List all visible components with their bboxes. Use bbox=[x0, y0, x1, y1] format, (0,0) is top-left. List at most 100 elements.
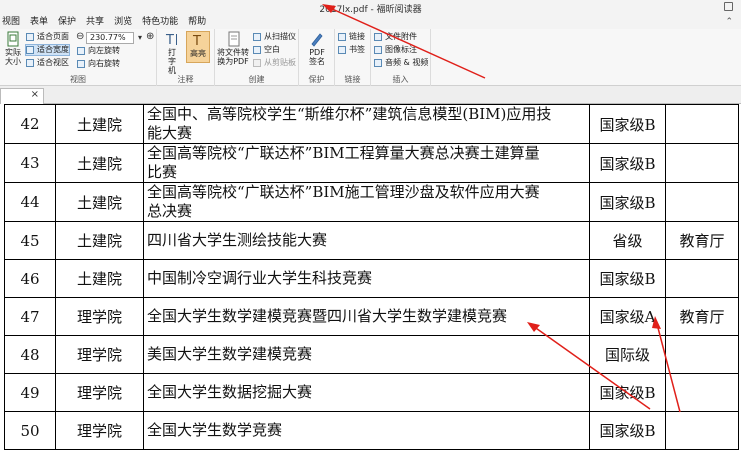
rotate-left-label: 向左旋转 bbox=[88, 46, 120, 55]
table-row: 44 土建院 全国高等院校“广联达杯”BIM施工管理沙盘及软件应用大赛 总决赛 国家级B bbox=[4, 182, 739, 222]
competition-name-cell: 全国大学生数据挖掘大赛 bbox=[143, 373, 590, 412]
level-cell: 国家级B bbox=[589, 182, 666, 222]
convert-label: 将文件转换为PDF bbox=[217, 48, 249, 66]
window-title: 2017lx.pdf - 福昕阅读器 bbox=[319, 5, 422, 15]
actual-size-label: 实际大小 bbox=[5, 48, 21, 66]
create-group-label: 创建 bbox=[248, 75, 265, 84]
blank-button[interactable]: 空白 bbox=[253, 45, 280, 55]
row-number: 47 bbox=[4, 297, 56, 336]
highlight-button[interactable]: T 高亮 bbox=[186, 31, 210, 63]
organizer-cell bbox=[665, 411, 739, 450]
competition-name-line: 总决赛 bbox=[147, 202, 193, 220]
protect-group-label: 保护 bbox=[308, 75, 325, 84]
row-number: 50 bbox=[4, 411, 56, 450]
zoom-in-icon[interactable]: ⊕ bbox=[146, 31, 154, 42]
from-scanner-button[interactable]: 从扫描仪 bbox=[253, 32, 296, 42]
menu-help[interactable]: 帮助 bbox=[183, 16, 211, 29]
rotate-right-icon bbox=[77, 60, 85, 68]
convert-to-pdf-button[interactable]: 将文件转换为PDF bbox=[217, 31, 251, 66]
rotate-left-button[interactable]: 向左旋转 bbox=[77, 46, 120, 56]
media-icon bbox=[374, 59, 382, 67]
link-button[interactable]: 链接 bbox=[338, 32, 365, 42]
annotate-group-label: 注释 bbox=[177, 75, 194, 84]
competition-name-line: 全国高等院校“广联达杯”BIM工程算量大赛总决赛土建算量 bbox=[147, 144, 540, 162]
row-number: 49 bbox=[4, 373, 56, 412]
college-cell: 土建院 bbox=[55, 259, 144, 298]
organizer-cell bbox=[665, 259, 739, 298]
competition-name-line: 美国大学生数学建模竞赛 bbox=[147, 345, 313, 363]
college-cell: 土建院 bbox=[55, 143, 144, 183]
organizer-cell bbox=[665, 104, 739, 144]
pdf-sign-button[interactable]: PDF签名 bbox=[304, 31, 330, 66]
level-cell: 国际级 bbox=[589, 335, 666, 374]
fit-page-button[interactable]: 适合页面 bbox=[26, 32, 69, 42]
level-cell: 国家级B bbox=[589, 373, 666, 412]
zoom-out-icon[interactable]: ⊖ bbox=[76, 31, 84, 42]
bookmark-button[interactable]: 书签 bbox=[338, 45, 365, 55]
menu-share[interactable]: 共享 bbox=[81, 16, 109, 29]
level-cell: 国家级A bbox=[589, 297, 666, 336]
zoom-dropdown-icon[interactable]: ▾ bbox=[138, 33, 142, 42]
restore-icon[interactable] bbox=[724, 2, 733, 11]
svg-text:T: T bbox=[192, 34, 201, 48]
competition-name-cell: 全国大学生数学竞赛 bbox=[143, 411, 590, 450]
organizer-cell bbox=[665, 182, 739, 222]
ribbon-group-insert: 文件附件 图像标注 音频 & 视频 插入 bbox=[371, 29, 431, 86]
document-tab[interactable]: × bbox=[0, 88, 44, 104]
table-row: 46 土建院 中国制冷空调行业大学生科技竞赛 国家级B bbox=[4, 259, 739, 298]
page-icon bbox=[7, 31, 19, 47]
menu-form[interactable]: 表单 bbox=[25, 16, 53, 29]
title-bar: 2017lx.pdf - 福昕阅读器 bbox=[0, 0, 741, 16]
file-attachment-button[interactable]: 文件附件 bbox=[374, 32, 417, 42]
link-icon bbox=[338, 33, 346, 41]
rotate-right-label: 向右旋转 bbox=[88, 59, 120, 68]
organizer-cell bbox=[665, 143, 739, 183]
menu-bar: 视图 表单 保护 共享 浏览 特色功能 帮助 ⌃ bbox=[0, 16, 741, 29]
paperclip-icon bbox=[374, 33, 382, 41]
row-number: 42 bbox=[4, 104, 56, 144]
college-cell: 土建院 bbox=[55, 221, 144, 260]
table-row: 48 理学院 美国大学生数学建模竞赛 国际级 bbox=[4, 335, 739, 374]
college-cell: 理学院 bbox=[55, 373, 144, 412]
audio-video-button[interactable]: 音频 & 视频 bbox=[374, 58, 428, 68]
ribbon: 实际大小 适合页面 适合宽度 适合视区 ⊖ 230.77% ▾ ⊕ 向左旋转 向… bbox=[0, 29, 741, 86]
pdf-sign-label: PDF签名 bbox=[309, 48, 325, 66]
fit-visible-button[interactable]: 适合视区 bbox=[26, 58, 69, 68]
organizer-cell bbox=[665, 335, 739, 374]
ribbon-group-annotate: T 打字机 T 高亮 注释 bbox=[157, 29, 215, 86]
competition-name-line: 中国制冷空调行业大学生科技竞赛 bbox=[147, 269, 373, 287]
bookmark-icon bbox=[338, 46, 346, 54]
link-label: 链接 bbox=[349, 32, 365, 41]
highlight-label: 高亮 bbox=[190, 49, 206, 58]
rotate-right-button[interactable]: 向右旋转 bbox=[77, 59, 120, 69]
close-icon[interactable]: × bbox=[31, 89, 39, 100]
fit-width-button[interactable]: 适合宽度 bbox=[25, 44, 70, 56]
competition-name-cell: 全国高等院校“广联达杯”BIM工程算量大赛总决赛土建算量 比赛 bbox=[143, 143, 590, 183]
menu-view[interactable]: 视图 bbox=[0, 16, 25, 29]
ribbon-group-view: 实际大小 适合页面 适合宽度 适合视区 ⊖ 230.77% ▾ ⊕ 向左旋转 向… bbox=[0, 29, 157, 86]
fit-page-icon bbox=[26, 33, 34, 41]
document-view[interactable]: 42 土建院 全国中、高等院校学生“斯维尔杯”建筑信息模型(BIM)应用技 能大赛 国家… bbox=[0, 104, 741, 453]
scanner-icon bbox=[253, 33, 261, 41]
blank-page-icon bbox=[253, 46, 261, 54]
level-cell: 国家级B bbox=[589, 104, 666, 144]
blank-label: 空白 bbox=[264, 45, 280, 54]
competition-name-line: 全国大学生数学建模竞赛暨四川省大学生数学建模竞赛 bbox=[147, 307, 508, 325]
image-annotation-button[interactable]: 图像标注 bbox=[374, 45, 417, 55]
from-clipboard-button[interactable]: 从剪贴板 bbox=[253, 58, 296, 68]
menu-features[interactable]: 特色功能 bbox=[137, 16, 183, 29]
convert-file-icon bbox=[228, 31, 240, 47]
college-cell: 土建院 bbox=[55, 182, 144, 222]
collapse-ribbon-icon[interactable]: ⌃ bbox=[725, 17, 733, 27]
zoom-input[interactable]: 230.77% bbox=[86, 32, 134, 44]
menu-protect[interactable]: 保护 bbox=[53, 16, 81, 29]
actual-size-button[interactable]: 实际大小 bbox=[2, 31, 24, 66]
rotate-left-icon bbox=[77, 47, 85, 55]
row-number: 46 bbox=[4, 259, 56, 298]
typewriter-button[interactable]: T 打字机 bbox=[161, 31, 183, 75]
ribbon-group-links: 链接 书签 链接 bbox=[335, 29, 371, 86]
row-number: 45 bbox=[4, 221, 56, 260]
competition-name-cell: 中国制冷空调行业大学生科技竞赛 bbox=[143, 259, 590, 298]
menu-browse[interactable]: 浏览 bbox=[109, 16, 137, 29]
competition-name-line: 全国中、高等院校学生“斯维尔杯”建筑信息模型(BIM)应用技 bbox=[147, 105, 552, 123]
